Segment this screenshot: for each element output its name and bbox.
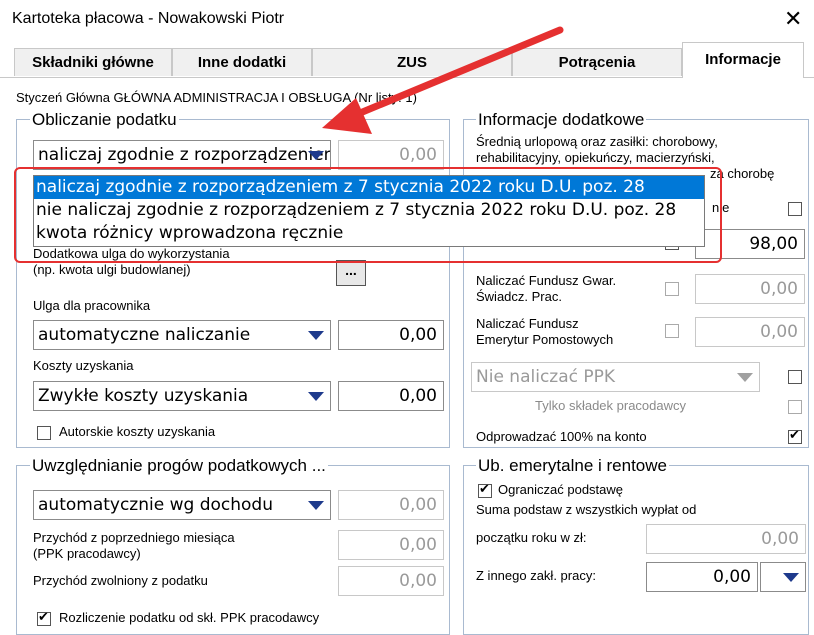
tax-calculation-combo-value: naliczaj zgodnie z rozporządzeniem z 7 s… (38, 145, 331, 165)
przychod-zwolniony-label: Przychód zwolniony z podatku (33, 573, 208, 588)
tab-informacje[interactable]: Informacje (682, 42, 804, 78)
tax-calculation-dropdown: naliczaj zgodnie z rozporządzeniem z 7 s… (33, 175, 705, 247)
koszty-amount[interactable]: 0,00 (338, 381, 444, 411)
tab-zus[interactable]: ZUS (312, 48, 512, 76)
tax-calculation-combo[interactable]: naliczaj zgodnie z rozporządzeniem z 7 s… (33, 140, 331, 170)
suma-label-line2: początku roku w zł: (476, 530, 587, 545)
autorskie-checkbox[interactable] (37, 426, 51, 440)
autorskie-label: Autorskie koszty uzyskania (59, 424, 216, 439)
przychod-poprzedni-label: Przychód z poprzedniego miesiąca (PPK pr… (33, 530, 235, 562)
chevron-down-icon[interactable] (304, 493, 328, 517)
dropdown-option[interactable]: nie naliczaj zgodnie z rozporządzeniem z… (34, 199, 704, 222)
srednia-line4: nie (712, 200, 730, 215)
window-title: Kartoteka płacowa - Nowakowski Piotr (12, 10, 285, 27)
koszty-label: Koszty uzyskania (33, 358, 134, 373)
dodatkowa-ulga-label-line2: (np. kwota ulgi budowlanej) (33, 262, 191, 277)
ppk-checkbox[interactable] (788, 370, 802, 384)
chevron-down-icon[interactable] (304, 323, 328, 347)
dropdown-option[interactable]: naliczaj zgodnie z rozporządzeniem z 7 s… (34, 176, 704, 199)
group-title-obliczanie: Obliczanie podatku (30, 110, 179, 130)
ellipsis-button[interactable]: ... (336, 260, 366, 286)
tax-calculation-amount: 0,00 (338, 140, 444, 170)
srednia-line2: rehabilitacyjny, opiekuńczy, macierzyńsk… (476, 150, 715, 165)
przychod-poprzedni-amount: 0,00 (338, 530, 444, 560)
fundusz-gwar-line2: Świadcz. Prac. (476, 289, 562, 304)
fundusz-gwar-amount: 0,00 (695, 274, 805, 304)
dodatkowa-ulga-label-line1: Dodatkowa ulga do wykorzystania (33, 246, 230, 261)
fundusz-em-amount: 0,00 (695, 317, 805, 347)
ulga-pracownika-value: automatyczne naliczanie (38, 325, 251, 345)
rozliczenie-checkbox[interactable] (37, 610, 51, 626)
close-icon[interactable]: ✕ (784, 6, 802, 32)
tab-potracenia[interactable]: Potrącenia (512, 48, 682, 76)
przychod-label-line2: (PPK pracodawcy) (33, 546, 141, 561)
srednia-amount[interactable]: 98,00 (695, 229, 805, 259)
progi-combo-value: automatycznie wg dochodu (38, 495, 273, 515)
ulga-pracownika-amount[interactable]: 0,00 (338, 320, 444, 350)
dropdown-option[interactable]: kwota różnicy wprowadzona ręcznie (34, 222, 704, 245)
koszty-combo[interactable]: Zwykłe koszty uzyskania (33, 381, 331, 411)
chevron-down-icon (733, 365, 757, 389)
ulga-pracownika-combo[interactable]: automatyczne naliczanie (33, 320, 331, 350)
przychod-label-line1: Przychód z poprzedniego miesiąca (33, 530, 235, 545)
przychod-zwolniony-amount: 0,00 (338, 566, 444, 596)
rozliczenie-label: Rozliczenie podatku od skł. PPK pracodaw… (59, 610, 320, 625)
progi-amount: 0,00 (338, 490, 444, 520)
group-title-informacje: Informacje dodatkowe (476, 110, 647, 130)
chevron-down-icon[interactable] (304, 143, 328, 167)
fundusz-gwar-label: Naliczać Fundusz Gwar. Świadcz. Prac. (476, 273, 616, 305)
ppk-combo-value: Nie naliczać PPK (476, 367, 616, 387)
srednia-line1: Średnią urlopową oraz zasiłki: chorobowy… (476, 134, 718, 149)
tylko-skladek-checkbox (788, 400, 802, 414)
fundusz-em-line2: Emerytur Pomostowych (476, 332, 614, 347)
ulga-pracownika-label: Ulga dla pracownika (33, 298, 151, 313)
group-title-progi: Uwzględnianie progów podatkowych ... (30, 456, 328, 476)
tab-inne-dodatki[interactable]: Inne dodatki (172, 48, 312, 76)
fundusz-em-checkbox[interactable] (665, 324, 679, 338)
suma-label-line1: Suma podstaw z wszystkich wypłat od (476, 502, 697, 517)
fundusz-gwar-checkbox[interactable] (665, 282, 679, 296)
inny-zaklad-label: Z innego zakł. pracy: (476, 568, 596, 583)
fundusz-em-line1: Naliczać Fundusz (476, 316, 579, 331)
srednia-label: Średnią urlopową oraz zasiłki: chorobowy… (476, 134, 718, 166)
chevron-down-icon[interactable] (304, 384, 328, 408)
fundusz-em-label: Naliczać Fundusz Emerytur Pomostowych (476, 316, 613, 348)
ppk-combo: Nie naliczać PPK (471, 362, 760, 392)
koszty-value: Zwykłe koszty uzyskania (38, 386, 249, 406)
tylko-skladek-label: Tylko składek pracodawcy (535, 398, 687, 413)
odprowadzac-checkbox[interactable] (788, 428, 802, 444)
dodatkowa-ulga-label: Dodatkowa ulga do wykorzystania (np. kwo… (33, 246, 230, 278)
context-line: Styczeń Główna GŁÓWNA ADMINISTRACJA I OB… (16, 90, 417, 105)
odprowadzac-label: Odprowadzać 100% na konto (476, 429, 647, 444)
chevron-down-icon[interactable] (779, 565, 803, 589)
srednia-checkbox[interactable] (788, 202, 802, 216)
ograniczac-checkbox[interactable] (478, 482, 492, 498)
inny-zaklad-combo[interactable] (760, 562, 806, 592)
suma-amount: 0,00 (646, 524, 806, 554)
inny-zaklad-amount[interactable]: 0,00 (646, 562, 758, 592)
srednia-line3: za chorobę (710, 166, 775, 181)
fundusz-gwar-line1: Naliczać Fundusz Gwar. (476, 273, 617, 288)
tab-skladniki-glowne[interactable]: Składniki główne (14, 48, 172, 76)
ograniczac-label: Ograniczać podstawę (498, 482, 624, 497)
progi-combo[interactable]: automatycznie wg dochodu (33, 490, 331, 520)
group-title-emerytalne: Ub. emerytalne i rentowe (476, 456, 669, 476)
